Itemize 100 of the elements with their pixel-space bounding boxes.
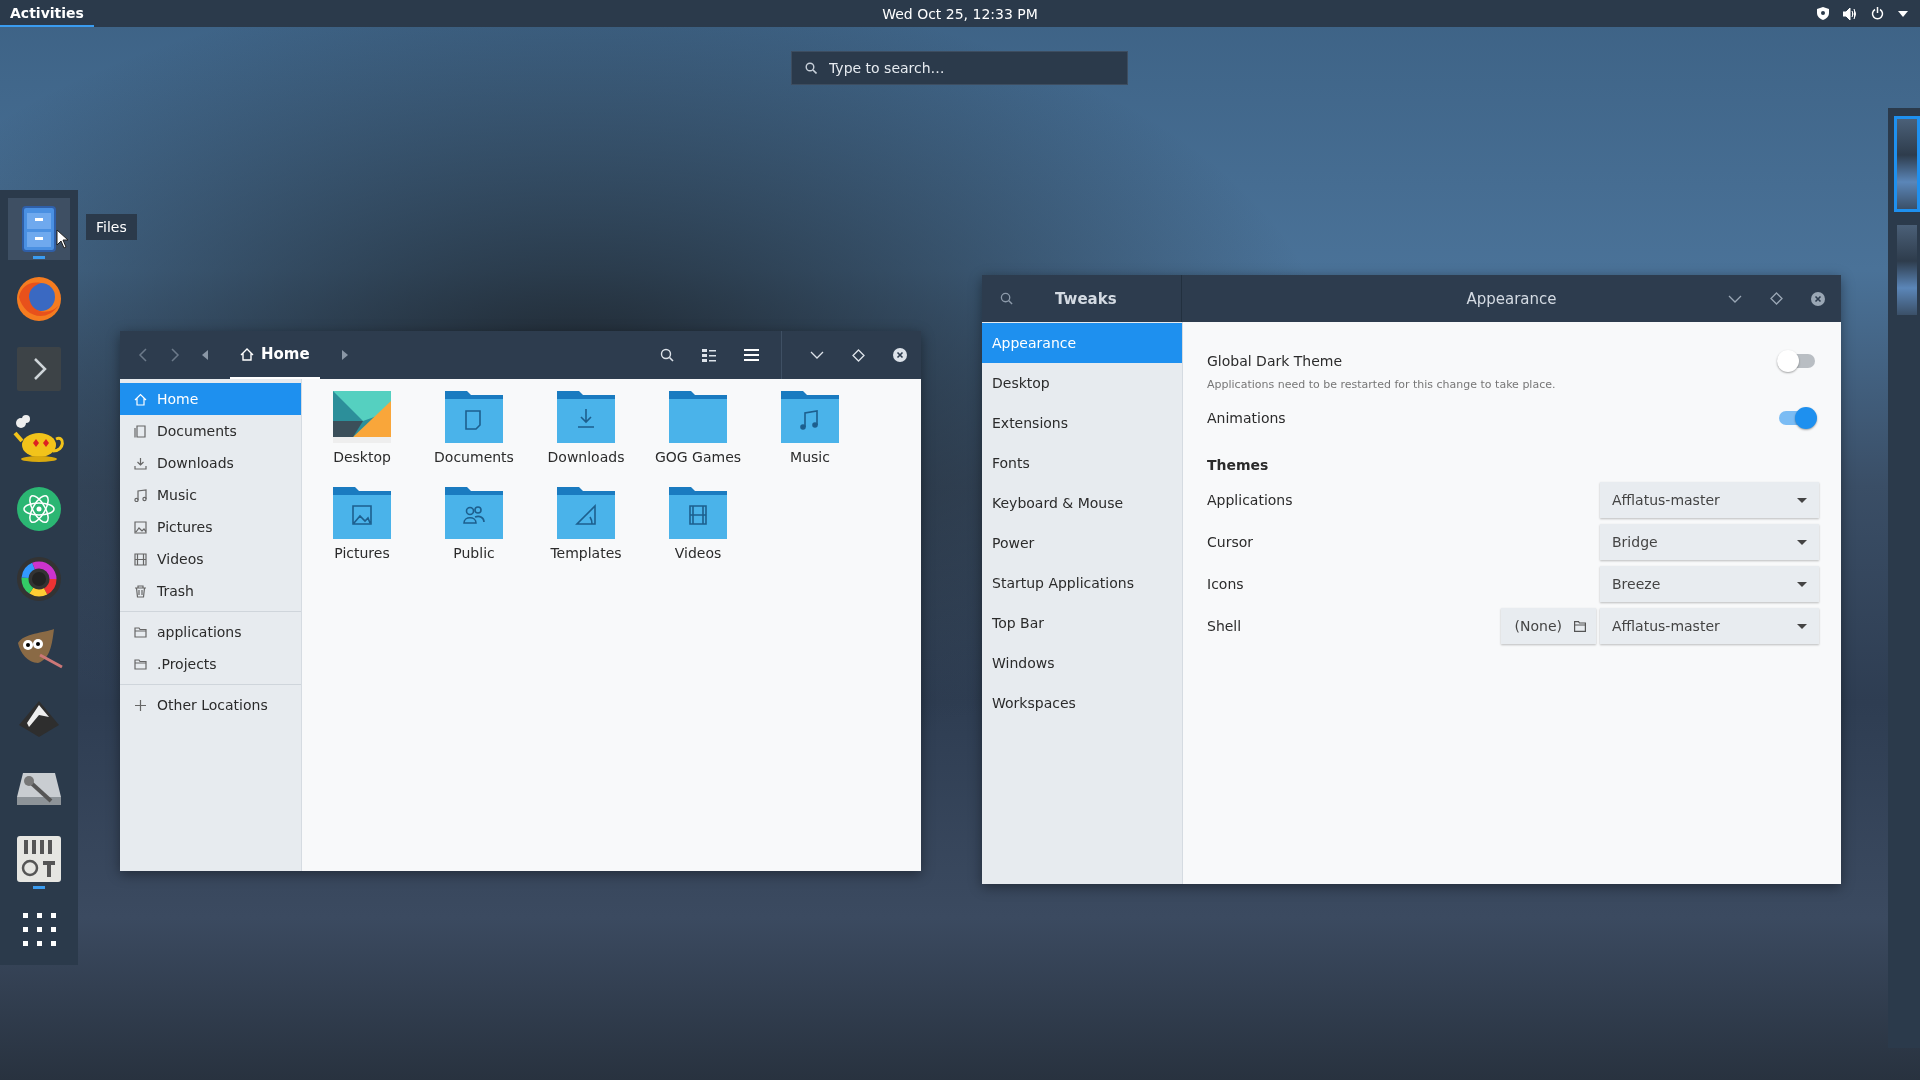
dropdown[interactable]: Afflatus-master [1600, 482, 1819, 518]
file-cabinet-icon[interactable] [19, 205, 59, 253]
atom-icon[interactable] [17, 487, 61, 531]
dropdown[interactable]: Afflatus-master [1600, 608, 1819, 644]
download-icon [134, 456, 147, 470]
setting-label: Global Dark Theme [1207, 353, 1344, 369]
file-item[interactable]: Videos [642, 487, 754, 583]
trash-icon [134, 584, 147, 598]
setting-label: Cursor [1207, 534, 1255, 550]
menu-icon[interactable] [744, 349, 759, 361]
sidebar-item[interactable]: Pictures [120, 511, 301, 543]
search-icon[interactable] [1000, 292, 1013, 305]
setting-label: Icons [1207, 576, 1245, 592]
file-chooser-button[interactable]: (None) [1500, 608, 1596, 644]
folder-icon [134, 657, 147, 671]
sidebar-item[interactable]: Music [120, 479, 301, 511]
home-icon [134, 392, 147, 406]
sidebar-label: Music [157, 487, 197, 503]
speaker-icon[interactable] [1843, 7, 1857, 20]
file-name: Videos [674, 545, 722, 561]
sidebar-item[interactable]: Desktop [982, 363, 1182, 403]
workspace-thumbnail[interactable] [1894, 116, 1920, 212]
folder-icon [557, 391, 615, 443]
close-icon[interactable] [893, 348, 907, 362]
fox-globe-icon[interactable] [15, 275, 63, 323]
search-field[interactable]: Type to search… [791, 51, 1128, 85]
minimize-icon[interactable] [1728, 294, 1742, 303]
terminal-icon[interactable] [17, 347, 61, 391]
clock[interactable]: Wed Oct 25, 12:33 PM [882, 5, 1038, 22]
document-icon [134, 424, 147, 438]
folder-icon [669, 487, 727, 539]
color-wheel-icon[interactable] [17, 557, 61, 601]
sidebar-item[interactable]: Fonts [982, 443, 1182, 483]
sidebar-item[interactable]: Documents [120, 415, 301, 447]
close-icon[interactable] [1811, 291, 1825, 306]
file-item[interactable]: Public [418, 487, 530, 583]
power-icon[interactable] [1871, 7, 1884, 20]
file-name: GOG Games [654, 449, 742, 465]
shield-icon[interactable] [1817, 7, 1829, 20]
sidebar-item[interactable]: Startup Applications [982, 563, 1182, 603]
file-name: Public [453, 545, 495, 561]
forward-icon[interactable] [170, 348, 180, 362]
caret-icon [1797, 623, 1807, 629]
folder-icon [781, 391, 839, 443]
tooltip: Files [86, 214, 137, 240]
sidebar-label: Trash [157, 583, 194, 599]
sliders-icon[interactable] [17, 836, 61, 882]
sidebar-item[interactable]: Keyboard & Mouse [982, 483, 1182, 523]
file-item[interactable]: Documents [418, 391, 530, 487]
file-name: Pictures [334, 545, 390, 561]
film-icon [134, 552, 147, 566]
caret-icon [1797, 581, 1807, 587]
sidebar-label: Documents [157, 423, 237, 439]
left-arrow-icon[interactable] [202, 350, 208, 360]
file-item[interactable]: Downloads [530, 391, 642, 487]
file-item[interactable]: Music [754, 391, 866, 487]
sidebar-label: Home [157, 391, 199, 407]
caret-icon [1797, 497, 1807, 503]
view-options-icon[interactable] [702, 348, 716, 362]
section-heading: Themes [1207, 457, 1270, 473]
sidebar-item[interactable]: Extensions [982, 403, 1182, 443]
sidebar-item[interactable]: Power [982, 523, 1182, 563]
image-icon [134, 520, 147, 534]
sidebar-item[interactable]: Videos [120, 543, 301, 575]
file-item[interactable]: GOG Games [642, 391, 754, 487]
search-icon [805, 62, 817, 74]
folder-icon [557, 487, 615, 539]
sidebar-item[interactable]: Top Bar [982, 603, 1182, 643]
workspace-thumbnail[interactable] [1894, 222, 1920, 318]
sidebar-label: Downloads [157, 455, 234, 471]
caret-icon[interactable] [1898, 10, 1908, 17]
sidebar-item[interactable]: Downloads [120, 447, 301, 479]
sidebar-item[interactable]: applications [120, 616, 301, 648]
sidebar-item[interactable]: .Projects [120, 648, 301, 680]
folder-icon [1574, 620, 1586, 632]
window-title: Tweaks [1055, 289, 1117, 308]
dropdown[interactable]: Breeze [1600, 566, 1819, 602]
file-item[interactable]: Templates [530, 487, 642, 583]
sidebar-item[interactable]: Workspaces [982, 683, 1182, 723]
back-icon[interactable] [138, 348, 148, 362]
music-icon [134, 488, 147, 502]
file-name: Downloads [547, 449, 625, 465]
sidebar-item[interactable]: Trash [120, 575, 301, 607]
sidebar-label: Other Locations [157, 697, 268, 713]
folder-icon [669, 391, 727, 443]
sidebar-label: applications [157, 624, 242, 640]
right-arrow-icon[interactable] [341, 350, 348, 360]
file-item[interactable]: Desktop [306, 391, 418, 487]
folder-icon [445, 487, 503, 539]
file-item[interactable]: Pictures [306, 487, 418, 583]
caret-icon [1797, 539, 1807, 545]
setting-note: Applications need to be restarted for this change to take place. [1207, 378, 1557, 391]
sidebar-item[interactable]: Other Locations [120, 689, 301, 721]
maximize-icon[interactable] [1770, 292, 1783, 305]
teapot-icon[interactable] [13, 415, 65, 463]
search-icon[interactable] [660, 348, 674, 362]
dropdown[interactable]: Bridge [1600, 524, 1819, 560]
sidebar-item[interactable]: Windows [982, 643, 1182, 683]
activities-button[interactable]: Activities [0, 0, 94, 27]
plus-icon [134, 698, 147, 712]
